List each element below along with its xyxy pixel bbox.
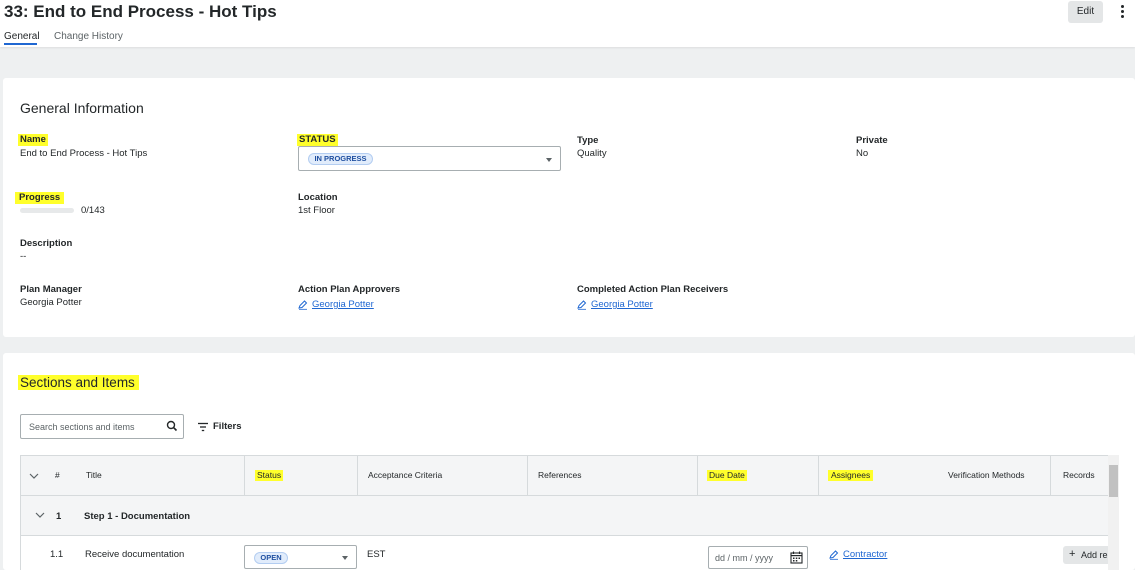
location-label: Location bbox=[298, 192, 338, 203]
filter-icon bbox=[198, 422, 208, 432]
filters-label: Filters bbox=[213, 421, 242, 432]
column-header-acceptance-criteria: Acceptance Criteria bbox=[358, 456, 528, 496]
chevron-down-icon[interactable] bbox=[35, 511, 45, 519]
section-title: Step 1 - Documentation bbox=[84, 511, 191, 522]
private-label: Private bbox=[856, 135, 888, 146]
plan-manager-value: Georgia Potter bbox=[20, 297, 82, 308]
table-scrollbar[interactable] bbox=[1108, 455, 1119, 570]
description-value: -- bbox=[20, 251, 27, 262]
general-information-card bbox=[3, 78, 1135, 337]
plan-manager-label: Plan Manager bbox=[20, 284, 82, 295]
column-header-references: References bbox=[528, 456, 698, 496]
search-icon[interactable] bbox=[166, 420, 178, 432]
receiver-link[interactable]: Georgia Potter bbox=[591, 299, 653, 311]
approver-link[interactable]: Georgia Potter bbox=[312, 299, 374, 311]
column-header-due-date: Due Date bbox=[698, 456, 819, 496]
progress-label: Progress bbox=[15, 192, 65, 204]
add-record-label: Add re bbox=[1081, 550, 1108, 560]
column-header-status: Status bbox=[245, 456, 358, 496]
type-value: Quality bbox=[577, 148, 607, 159]
edit-button[interactable]: Edit bbox=[1068, 1, 1103, 23]
acceptance-criteria-value: EST bbox=[367, 549, 386, 560]
section-number: 1 bbox=[56, 511, 62, 522]
private-value: No bbox=[856, 148, 869, 159]
status-select[interactable]: IN PROGRESS bbox=[298, 146, 561, 171]
name-value: End to End Process - Hot Tips bbox=[20, 148, 148, 159]
status-label: STATUS bbox=[297, 134, 338, 146]
item-number: 1.1 bbox=[50, 549, 64, 560]
scrollbar-thumb[interactable] bbox=[1109, 465, 1118, 497]
name-label: Name bbox=[18, 134, 48, 146]
search-placeholder: Search sections and items bbox=[29, 422, 135, 432]
status-pill: IN PROGRESS bbox=[308, 153, 373, 165]
pencil-icon bbox=[829, 550, 839, 560]
page-title: 33: End to End Process - Hot Tips bbox=[4, 2, 277, 21]
add-record-button[interactable]: + Add re bbox=[1063, 546, 1108, 564]
pencil-icon bbox=[298, 300, 308, 310]
tab-general[interactable]: General bbox=[4, 31, 40, 42]
calendar-icon[interactable] bbox=[790, 551, 803, 564]
column-header-records: Records bbox=[1063, 470, 1095, 480]
table-header: # Title Status Acceptance Criteria Refer… bbox=[21, 456, 1108, 496]
item-status-pill: OPEN bbox=[254, 552, 288, 564]
type-label: Type bbox=[577, 135, 599, 146]
receivers-label: Completed Action Plan Receivers bbox=[577, 284, 729, 295]
page-header: 33: End to End Process - Hot Tips Genera… bbox=[0, 0, 1135, 47]
progress-bar bbox=[20, 208, 74, 213]
description-label: Description bbox=[20, 238, 73, 249]
item-status-select[interactable]: OPEN bbox=[244, 545, 357, 569]
chevron-down-icon bbox=[342, 556, 348, 560]
column-header-assignees: Assignees bbox=[819, 456, 930, 496]
item-title: Receive documentation bbox=[85, 549, 185, 560]
progress-value: 0/143 bbox=[81, 205, 105, 216]
column-header-verification-methods: Verification Methods bbox=[930, 456, 1051, 496]
search-input[interactable]: Search sections and items bbox=[20, 414, 184, 439]
due-date-placeholder: dd / mm / yyyy bbox=[715, 553, 774, 563]
tab-change-history[interactable]: Change History bbox=[54, 31, 123, 42]
table-row[interactable]: 1.1 Receive documentation OPEN EST dd / … bbox=[21, 536, 1108, 570]
assignee-link[interactable]: Contractor bbox=[843, 549, 887, 561]
column-header-number: # bbox=[55, 470, 60, 480]
kebab-menu-icon[interactable] bbox=[1116, 3, 1128, 21]
general-information-heading: General Information bbox=[20, 100, 144, 116]
pencil-icon bbox=[577, 300, 587, 310]
sections-table: # Title Status Acceptance Criteria Refer… bbox=[20, 455, 1108, 570]
plus-icon: + bbox=[1069, 548, 1076, 560]
table-row[interactable]: 1 Step 1 - Documentation bbox=[21, 496, 1108, 536]
due-date-input[interactable]: dd / mm / yyyy bbox=[708, 546, 808, 569]
location-value: 1st Floor bbox=[298, 205, 335, 216]
approvers-label: Action Plan Approvers bbox=[298, 284, 401, 295]
active-tab-indicator bbox=[4, 43, 37, 45]
chevron-down-icon bbox=[546, 158, 552, 162]
sections-and-items-heading: Sections and Items bbox=[18, 375, 139, 390]
column-header-title: Title bbox=[70, 456, 245, 496]
